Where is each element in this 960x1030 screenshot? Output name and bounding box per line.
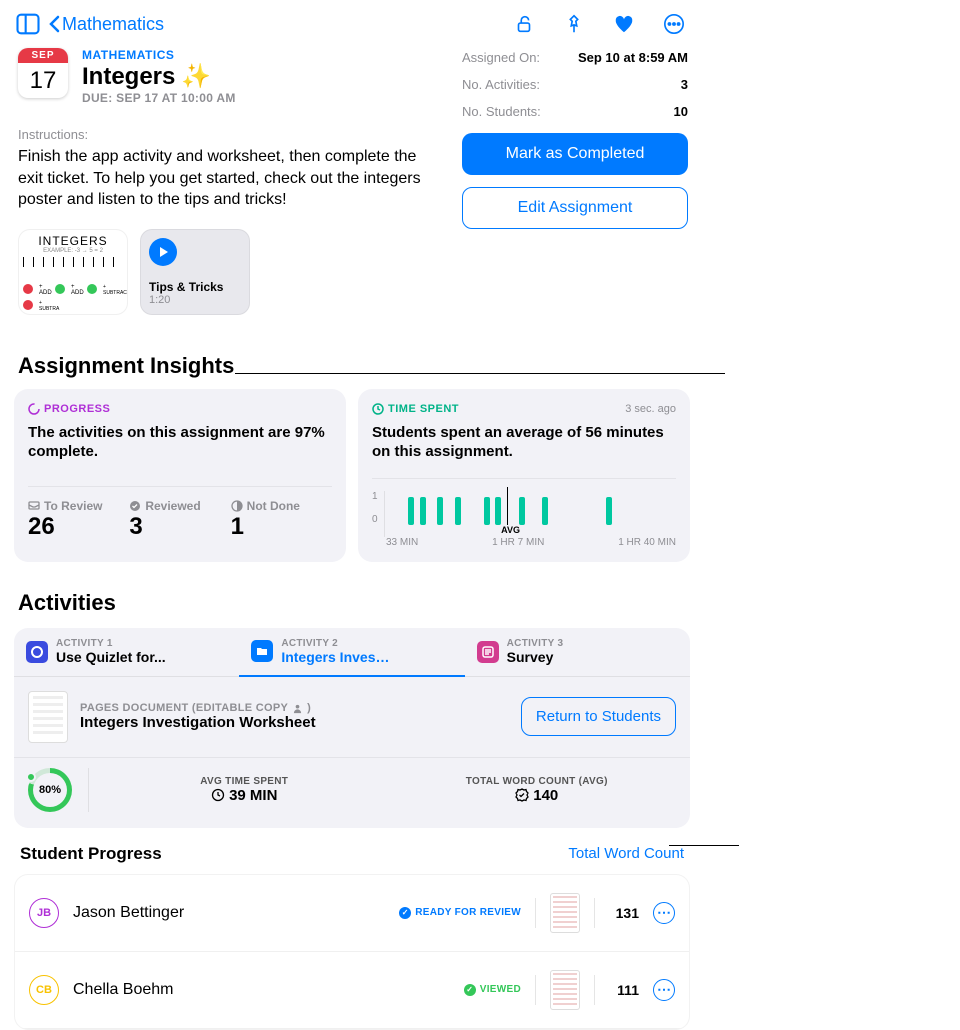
work-thumbnail[interactable] <box>550 970 580 1010</box>
video-title: Tips & Tricks <box>149 280 241 294</box>
activity-tabs: ACTIVITY 1Use Quizlet for... ACTIVITY 2I… <box>14 628 690 677</box>
back-button[interactable]: Mathematics <box>48 14 164 35</box>
activities-title: Activities <box>0 562 704 628</box>
time-chart: 10 AVG 33 MIN <box>372 478 676 548</box>
student-row[interactable]: JB Jason Bettinger ✓READY FOR REVIEW 131 ⋯ <box>15 875 689 952</box>
tab-activity-2[interactable]: ACTIVITY 2Integers Investi... <box>239 628 464 677</box>
word-count: 111 <box>609 982 639 998</box>
student-row[interactable]: CB Chella Boehm ✓VIEWED 111 ⋯ <box>15 952 689 1029</box>
sparkle-icon: ✨ <box>181 62 211 91</box>
calendar-month: SEP <box>18 48 68 63</box>
inbox-icon <box>28 500 40 512</box>
video-duration: 1:20 <box>149 294 241 306</box>
play-icon <box>149 238 177 266</box>
callout-line <box>669 845 739 846</box>
edit-assignment-button[interactable]: Edit Assignment <box>462 187 688 229</box>
total-word-count-link[interactable]: Total Word Count <box>568 845 684 862</box>
x-right: 1 HR 40 MIN <box>618 537 676 548</box>
progress-desc: The activities on this assignment are 97… <box>28 423 332 462</box>
calendar-day: 17 <box>18 63 68 98</box>
tab-activity-1[interactable]: ACTIVITY 1Use Quizlet for... <box>14 628 239 677</box>
page-title: Integers ✨ <box>82 62 236 91</box>
insights-title: Assignment Insights <box>0 315 704 389</box>
status-badge: ✓READY FOR REVIEW <box>399 907 521 919</box>
student-list: JBJason Bettinger✓READY FOR REVIEW131⋯CB… <box>14 874 690 1030</box>
more-icon[interactable] <box>660 10 688 38</box>
stat-to-review: To Review 26 <box>28 499 129 541</box>
document-kind: PAGES DOCUMENT (EDITABLE COPY ) <box>80 702 316 714</box>
person-icon <box>292 703 303 714</box>
progress-card[interactable]: PROGRESS The activities on this assignme… <box>14 389 346 562</box>
survey-icon <box>477 641 499 663</box>
x-mid: 1 HR 7 MIN <box>492 537 544 548</box>
time-desc: Students spent an average of 56 minutes … <box>372 423 676 462</box>
badge-icon <box>515 788 529 802</box>
time-ago: 3 sec. ago <box>625 403 676 415</box>
half-circle-icon <box>231 500 243 512</box>
heart-icon[interactable] <box>610 10 638 38</box>
work-thumbnail[interactable] <box>550 893 580 933</box>
instructions-text: Finish the app activity and worksheet, t… <box>18 146 438 211</box>
stat-not-done: Not Done 1 <box>231 499 332 541</box>
callout-line <box>235 373 725 374</box>
row-more-button[interactable]: ⋯ <box>653 902 675 924</box>
time-card[interactable]: TIME SPENT 3 sec. ago Students spent an … <box>358 389 690 562</box>
check-circle-icon <box>129 500 141 512</box>
due-date: DUE: SEP 17 AT 10:00 AM <box>82 91 236 105</box>
clock-icon <box>372 403 384 415</box>
clock-icon <box>211 788 225 802</box>
back-label: Mathematics <box>62 14 164 35</box>
chevron-left-icon <box>48 15 60 33</box>
meta-students: No. Students:10 <box>462 98 688 125</box>
lock-icon[interactable] <box>510 10 538 38</box>
document-title: Integers Investigation Worksheet <box>80 714 316 731</box>
student-name: Jason Bettinger <box>73 904 184 922</box>
attachment-poster[interactable]: INTEGERS EXAMPLE: -3 → 5 = 2 + ADD + ADD… <box>18 229 128 315</box>
tab-activity-3[interactable]: ACTIVITY 3Survey <box>465 628 690 677</box>
return-to-students-button[interactable]: Return to Students <box>521 697 676 736</box>
student-progress-title: Student Progress <box>20 844 162 864</box>
row-more-button[interactable]: ⋯ <box>653 979 675 1001</box>
metric-words: TOTAL WORD COUNT (AVG) 140 <box>398 776 677 804</box>
status-badge: ✓VIEWED <box>464 984 521 996</box>
student-name: Chella Boehm <box>73 981 174 999</box>
x-left: 33 MIN <box>386 537 418 548</box>
avatar: JB <box>29 898 59 928</box>
meta-activities: No. Activities:3 <box>462 71 688 98</box>
subject-label: MATHEMATICS <box>82 48 236 62</box>
meta-assigned: Assigned On:Sep 10 at 8:59 AM <box>462 44 688 71</box>
progress-icon <box>28 403 40 415</box>
completion-ring: 80% <box>28 768 72 812</box>
metric-time: AVG TIME SPENT 39 MIN <box>105 776 384 804</box>
word-count: 131 <box>609 905 639 921</box>
pin-icon[interactable] <box>560 10 588 38</box>
calendar-chip: SEP 17 <box>18 48 68 98</box>
avatar: CB <box>29 975 59 1005</box>
folder-icon <box>251 640 273 662</box>
sidebar-icon[interactable] <box>14 10 42 38</box>
mark-completed-button[interactable]: Mark as Completed <box>462 133 688 175</box>
attachment-video[interactable]: Tips & Tricks 1:20 <box>140 229 250 315</box>
quizlet-icon <box>26 641 48 663</box>
progress-tag: PROGRESS <box>28 403 332 415</box>
stat-reviewed: Reviewed 3 <box>129 499 230 541</box>
time-tag: TIME SPENT <box>372 403 459 415</box>
document-thumbnail[interactable] <box>28 691 68 743</box>
